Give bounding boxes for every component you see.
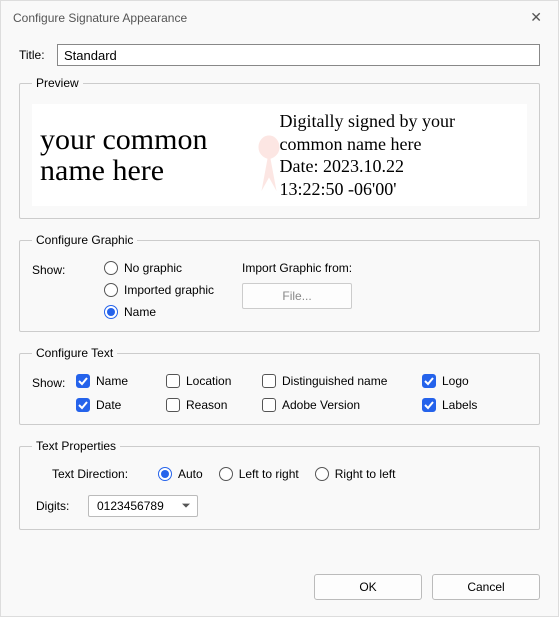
check-distinguished-name[interactable]: Distinguished name (262, 374, 422, 388)
radio-label: Auto (178, 467, 203, 481)
check-label: Distinguished name (282, 374, 387, 388)
adobe-ribbon-icon (254, 134, 284, 194)
digits-row: Digits: 0123456789 (32, 495, 527, 517)
preview-left: your common name here (40, 124, 280, 187)
radio-icon (104, 305, 118, 319)
check-label: Reason (186, 398, 227, 412)
radio-icon (315, 467, 329, 481)
checkbox-icon (76, 398, 90, 412)
digits-select[interactable]: 0123456789 (88, 495, 198, 517)
text-direction-row: Text Direction: Auto Left to right Right… (32, 467, 527, 481)
dialog-footer: OK Cancel (1, 562, 558, 616)
checkbox-icon (76, 374, 90, 388)
radio-rtl[interactable]: Right to left (315, 467, 396, 481)
check-label: Location (186, 374, 231, 388)
radio-ltr[interactable]: Left to right (219, 467, 299, 481)
configure-graphic-group: Configure Graphic Show: No graphic Impor… (19, 233, 540, 332)
window-title: Configure Signature Appearance (13, 11, 187, 25)
dialog-content: Title: Preview your common name here Dig… (1, 34, 558, 562)
configure-graphic-legend: Configure Graphic (32, 233, 137, 247)
checkbox-icon (262, 374, 276, 388)
close-icon[interactable]: ✕ (526, 9, 546, 26)
check-reason[interactable]: Reason (166, 398, 262, 412)
graphic-radio-group: No graphic Imported graphic Name (104, 261, 214, 319)
preview-legend: Preview (32, 76, 83, 90)
dialog-window: Configure Signature Appearance ✕ Title: … (0, 0, 559, 617)
check-label: Labels (442, 398, 477, 412)
check-label: Adobe Version (282, 398, 360, 412)
radio-label: Imported graphic (124, 283, 214, 297)
check-logo[interactable]: Logo (422, 374, 502, 388)
check-label: Name (96, 374, 128, 388)
check-date[interactable]: Date (76, 398, 166, 412)
ok-button[interactable]: OK (314, 574, 422, 600)
radio-icon (219, 467, 233, 481)
import-graphic-label: Import Graphic from: (242, 261, 527, 275)
radio-label: Right to left (335, 467, 396, 481)
radio-label: Left to right (239, 467, 299, 481)
preview-common-name: your common name here (40, 124, 207, 187)
preview-box: your common name here Digitally signed b… (32, 104, 527, 206)
radio-auto[interactable]: Auto (158, 467, 203, 481)
radio-icon (158, 467, 172, 481)
check-label: Date (96, 398, 121, 412)
checkbox-icon (166, 398, 180, 412)
cancel-button[interactable]: Cancel (432, 574, 540, 600)
radio-label: Name (124, 305, 156, 319)
title-row: Title: (19, 44, 540, 66)
checkbox-icon (262, 398, 276, 412)
check-adobe-version[interactable]: Adobe Version (262, 398, 422, 412)
checkbox-icon (422, 374, 436, 388)
checkbox-icon (166, 374, 180, 388)
configure-text-legend: Configure Text (32, 346, 117, 360)
graphic-show-label: Show: (32, 261, 76, 319)
preview-group: Preview your common name here Digitally … (19, 76, 540, 219)
radio-name[interactable]: Name (104, 305, 214, 319)
checkbox-icon (422, 398, 436, 412)
text-properties-legend: Text Properties (32, 439, 120, 453)
title-input[interactable] (57, 44, 540, 66)
check-label: Logo (442, 374, 469, 388)
radio-label: No graphic (124, 261, 182, 275)
preview-details: Digitally signed by your common name her… (280, 110, 520, 200)
titlebar: Configure Signature Appearance ✕ (1, 1, 558, 34)
title-label: Title: (19, 48, 57, 62)
text-checks: Name Date Location (76, 374, 502, 412)
text-show-label: Show: (32, 374, 76, 412)
check-labels[interactable]: Labels (422, 398, 502, 412)
radio-icon (104, 283, 118, 297)
text-properties-group: Text Properties Text Direction: Auto Lef… (19, 439, 540, 530)
digits-label: Digits: (36, 499, 78, 513)
check-location[interactable]: Location (166, 374, 262, 388)
configure-text-group: Configure Text Show: Name Date (19, 346, 540, 425)
radio-icon (104, 261, 118, 275)
text-direction-label: Text Direction: (52, 467, 142, 481)
radio-no-graphic[interactable]: No graphic (104, 261, 214, 275)
radio-imported-graphic[interactable]: Imported graphic (104, 283, 214, 297)
check-name[interactable]: Name (76, 374, 166, 388)
file-button: File... (242, 283, 352, 309)
digits-value: 0123456789 (97, 499, 164, 513)
import-graphic-column: Import Graphic from: File... (242, 261, 527, 319)
